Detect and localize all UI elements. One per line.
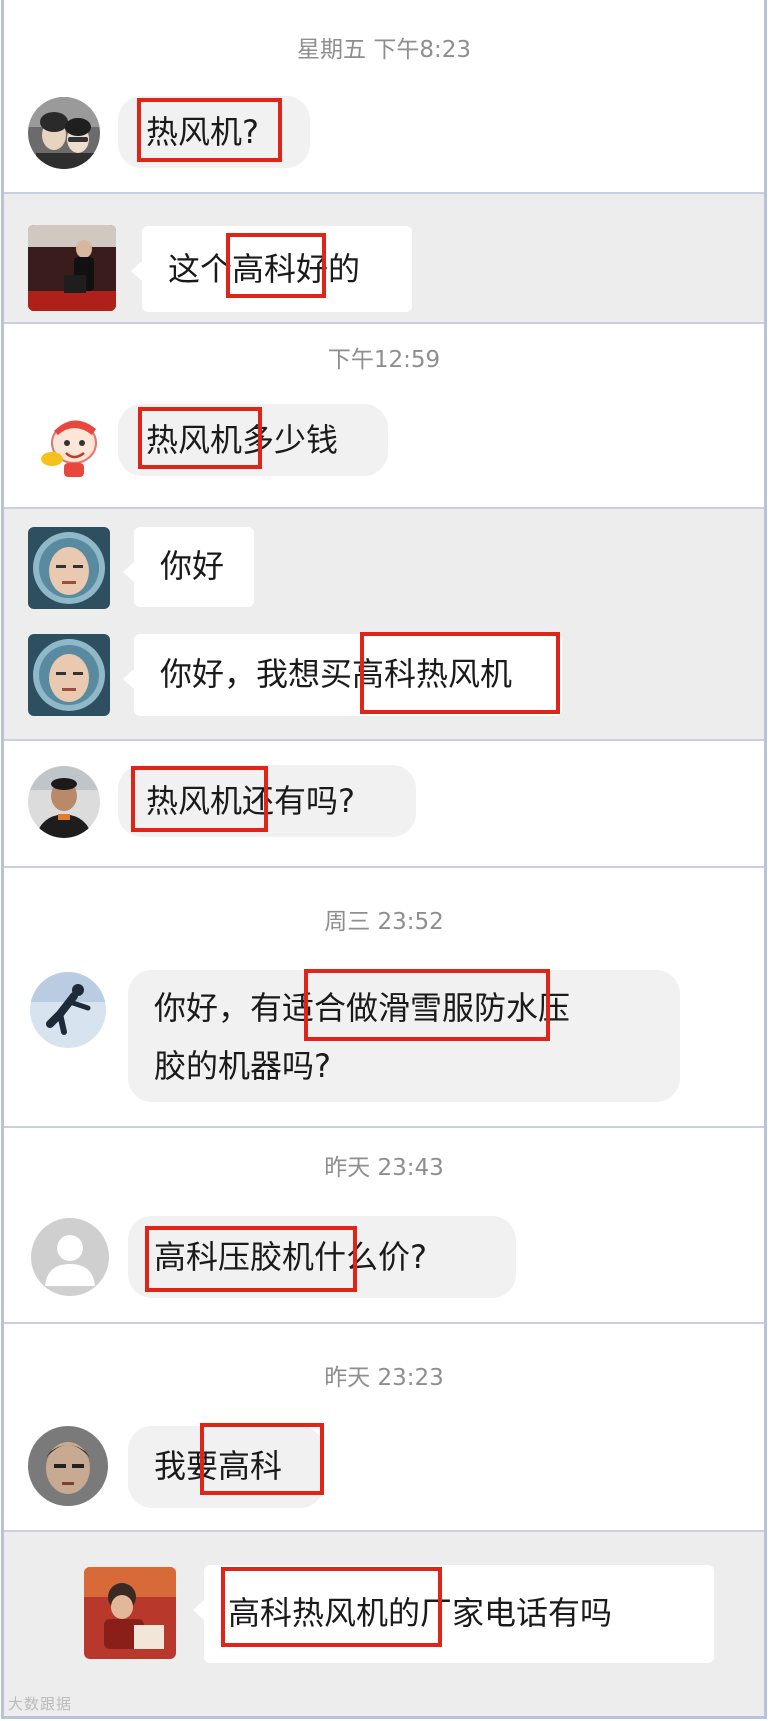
message-bubble[interactable]: 你好: [123, 527, 254, 607]
message-text: 热风机多少钱: [146, 421, 339, 459]
timestamp: 星期五 下午8:23: [297, 37, 471, 63]
message-text: 你好: [160, 547, 225, 585]
message-bubble[interactable]: 我要高科: [128, 1426, 324, 1508]
message-text: 热风机?: [146, 113, 259, 151]
water-frame-avatar[interactable]: [28, 634, 110, 716]
timestamp: 下午12:59: [327, 347, 441, 373]
timestamp: 昨天 23:43: [324, 1155, 444, 1181]
message-bubble[interactable]: 这个高科好的: [131, 226, 412, 312]
presenter-stage-avatar[interactable]: [28, 225, 116, 311]
message-text-line: 胶的机器吗?: [154, 1047, 331, 1085]
man-portrait-avatar[interactable]: [28, 766, 100, 838]
chat-screenshot-collage: 星期五 下午8:23 热风机? 这个高科好的 下午12:59 热风机多少钱 你好…: [0, 0, 772, 1721]
water-frame-avatar[interactable]: [28, 527, 110, 609]
man-face-avatar[interactable]: [28, 1426, 108, 1506]
skater-avatar[interactable]: [30, 972, 106, 1048]
timestamp: 昨天 23:23: [324, 1365, 444, 1391]
chat-panel-1: [4, 0, 764, 192]
default-user-avatar[interactable]: [31, 1218, 109, 1296]
message-bubble[interactable]: 高科压胶机什么价?: [128, 1216, 516, 1298]
message-bubble[interactable]: 你好，有适合做滑雪服防水压 胶的机器吗?: [128, 970, 680, 1102]
message-bubble[interactable]: 热风机还有吗?: [118, 765, 416, 837]
message-bubble[interactable]: 你好，我想买高科热风机: [123, 634, 562, 716]
message-bubble[interactable]: 热风机多少钱: [118, 404, 388, 476]
cartoon-boy-avatar[interactable]: [36, 405, 110, 479]
message-text: 高科热风机的厂家电话有吗: [228, 1594, 613, 1632]
watermark: 大数跟据: [8, 1695, 73, 1713]
message-text: 我要高科: [154, 1447, 283, 1485]
message-bubble[interactable]: 热风机?: [118, 96, 310, 168]
message-text: 这个高科好的: [168, 250, 361, 288]
child-red-avatar[interactable]: [84, 1567, 176, 1659]
message-text-line: 你好，有适合做滑雪服防水压: [154, 989, 571, 1027]
message-text: 高科压胶机什么价?: [154, 1238, 427, 1276]
message-bubble[interactable]: 高科热风机的厂家电话有吗: [193, 1565, 714, 1663]
message-text: 热风机还有吗?: [146, 782, 355, 820]
timestamp: 周三 23:52: [324, 909, 444, 935]
message-text: 你好，我想买高科热风机: [160, 655, 513, 693]
couple-photo-avatar[interactable]: [28, 97, 100, 169]
chat-panel-8: [4, 1324, 764, 1530]
